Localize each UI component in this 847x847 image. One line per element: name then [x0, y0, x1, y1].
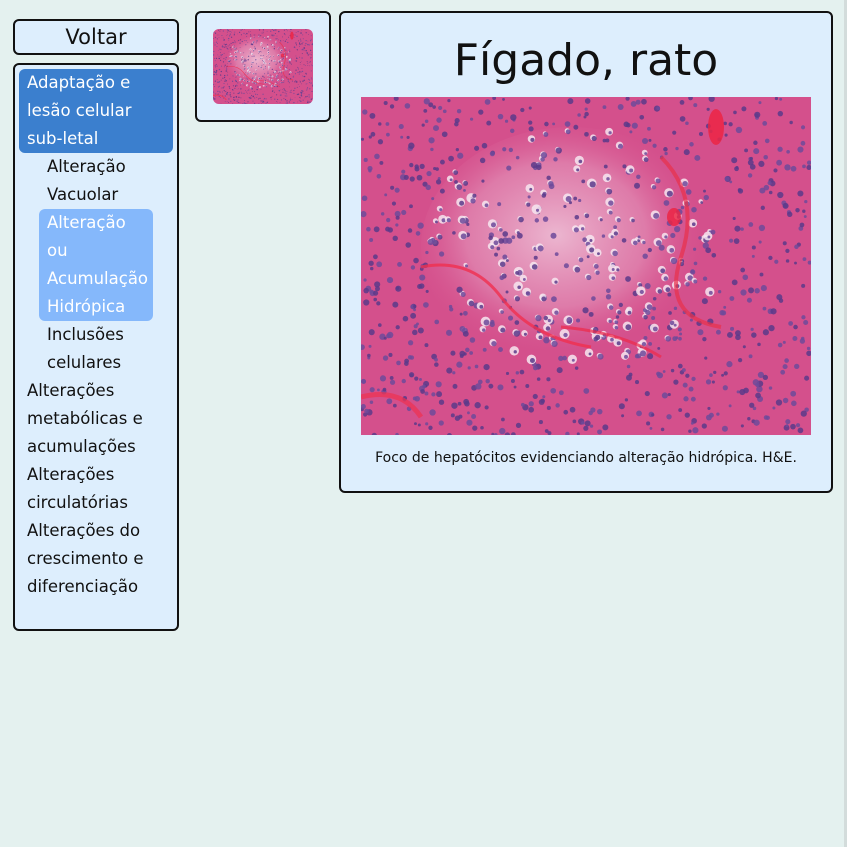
image-viewer-panel: Fígado, rato Foco de hepatócitos evidenc…: [339, 11, 833, 493]
back-button[interactable]: Voltar: [13, 19, 179, 55]
nav-item-alteracao-vacuolar[interactable]: Alteração Vacuolar: [39, 153, 153, 209]
histology-image: [361, 97, 811, 435]
nav-item-alteracoes-crescimento[interactable]: Alterações do crescimento e diferenciaçã…: [19, 517, 173, 601]
image-caption: Foco de hepatócitos evidenciando alteraç…: [375, 450, 797, 466]
nav-item-alteracao-hidropica[interactable]: Alteração ou Acumulação Hidrópica: [39, 209, 153, 321]
page-title: Fígado, rato: [453, 35, 719, 86]
nav-item-inclusoes-celulares[interactable]: Inclusões celulares: [39, 321, 153, 377]
nav-item-adaptacao-lesao[interactable]: Adaptação e lesão celular sub-letal: [19, 69, 173, 153]
thumbnail-image[interactable]: [213, 29, 313, 104]
nav-item-alteracoes-circulatorias[interactable]: Alterações circulatórias: [19, 461, 173, 517]
nav-item-alteracoes-metabolicas[interactable]: Alterações metabólicas e acumulações: [19, 377, 173, 461]
thumbnail-panel: [195, 11, 331, 122]
sidebar-nav: Adaptação e lesão celular sub-letal Alte…: [13, 63, 179, 631]
